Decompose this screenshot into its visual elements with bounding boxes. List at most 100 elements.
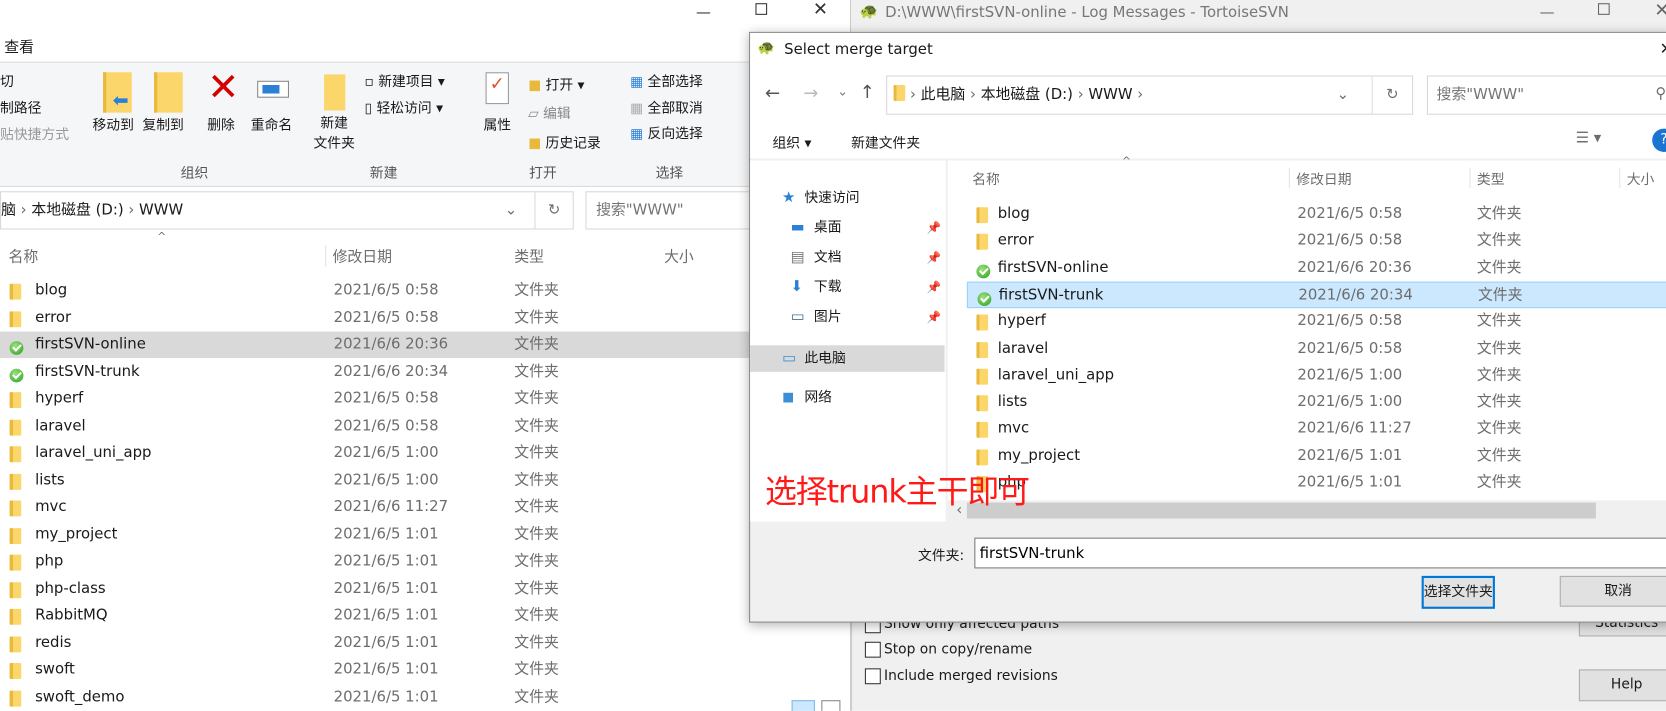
file-row[interactable]: RabbitMQ 2021/6/5 1:01 文件夹 [0, 602, 765, 629]
pin-icon[interactable]: 📌 [927, 244, 942, 271]
chevron-down-icon[interactable]: ⌄ [505, 192, 517, 228]
file-row[interactable]: swoft 2021/6/5 1:01 文件夹 [0, 657, 765, 684]
pin-icon[interactable]: 📌 [927, 304, 942, 331]
file-row[interactable]: laravel_uni_app 2021/6/5 1:00 文件夹 [0, 440, 765, 467]
dialog-file-row[interactable]: lists 2021/6/5 1:00 文件夹 [967, 389, 1666, 416]
dialog-file-row[interactable]: firstSVN-online 2021/6/6 20:36 文件夹 [967, 255, 1666, 282]
rename-button[interactable]: 重命名 [251, 114, 292, 134]
nav-item[interactable]: ▬ 桌面 📌 [750, 215, 944, 242]
dialog-search-input[interactable] [1428, 76, 1641, 112]
dialog-file-row[interactable]: hyperf 2021/6/5 0:58 文件夹 [967, 308, 1666, 335]
file-row[interactable]: mvc 2021/6/6 11:27 文件夹 [0, 494, 765, 521]
dialog-file-row[interactable]: mvc 2021/6/6 11:27 文件夹 [967, 416, 1666, 443]
nav-item[interactable]: ▤ 文档 📌 [750, 244, 944, 271]
scroll-thumb[interactable] [966, 502, 1596, 519]
select-folder-button[interactable]: 选择文件夹 [1421, 575, 1495, 609]
pin-icon[interactable]: 📌 [927, 274, 942, 301]
dialog-column-size[interactable]: 大小 [1619, 167, 1654, 189]
file-row[interactable]: my_project 2021/6/5 1:01 文件夹 [0, 521, 765, 548]
file-row[interactable]: php 2021/6/5 1:01 文件夹 [0, 548, 765, 575]
file-row[interactable]: hyperf 2021/6/5 0:58 文件夹 [0, 386, 765, 413]
paste-shortcut-button[interactable]: 贴快捷方式 [0, 123, 69, 144]
dialog-file-row[interactable]: php 2021/6/5 1:01 文件夹 [967, 470, 1666, 497]
dialog-file-row[interactable]: blog 2021/6/5 0:58 文件夹 [967, 201, 1666, 228]
dialog-file-row[interactable]: my_project 2021/6/5 1:01 文件夹 [967, 443, 1666, 470]
dialog-close-button[interactable]: ✕ [1660, 39, 1666, 58]
new-folder-button[interactable]: 新建文件夹 [313, 114, 354, 154]
back-button[interactable]: ← [765, 83, 780, 104]
up-button[interactable]: ↑ [860, 82, 875, 103]
address-bar[interactable]: 脑 › 本地磁盘 (D:) › WWW ⌄ ↻ [0, 191, 574, 230]
dialog-refresh-button[interactable]: ↻ [1372, 75, 1414, 115]
dialog-file-row[interactable]: firstSVN-trunk 2021/6/6 20:34 文件夹 [966, 281, 1666, 309]
file-row[interactable]: blog 2021/6/5 0:58 文件夹 [0, 277, 765, 304]
dialog-search-box[interactable]: ⚲ [1426, 75, 1666, 115]
column-name[interactable]: 名称 [9, 245, 39, 266]
log-maximize-button[interactable] [1598, 3, 1610, 15]
organize-button[interactable]: 组织 ▾ [772, 132, 811, 152]
dialog-column-type[interactable]: 类型 [1469, 167, 1505, 189]
dialog-file-row[interactable]: laravel 2021/6/5 0:58 文件夹 [967, 335, 1666, 362]
checkbox-stop-copy[interactable] [864, 641, 881, 658]
nav-item[interactable]: ⬇ 下载 📌 [750, 274, 944, 301]
search-input[interactable] [585, 191, 756, 230]
refresh-icon[interactable]: ↻ [534, 192, 572, 229]
cancel-button[interactable]: 取消 [1559, 575, 1666, 607]
new-item-button[interactable]: ▫ 新建项目 ▾ [364, 70, 444, 90]
file-row[interactable]: lists 2021/6/5 1:00 文件夹 [0, 467, 765, 494]
edit-button[interactable]: ▱ 编辑 [528, 102, 571, 122]
dialog-breadcrumb-pc[interactable]: 此电脑 [921, 86, 966, 103]
move-to-button[interactable]: 移动到 [92, 114, 133, 134]
checkbox-include-merged[interactable] [864, 668, 881, 685]
file-row[interactable]: firstSVN-trunk 2021/6/6 20:34 文件夹 [0, 359, 765, 386]
file-row[interactable]: firstSVN-online 2021/6/6 20:36 文件夹 [0, 331, 765, 359]
close-button[interactable]: ✕ [813, 0, 828, 20]
details-view-button[interactable] [791, 700, 815, 711]
dialog-file-row[interactable]: laravel_uni_app 2021/6/5 1:00 文件夹 [967, 362, 1666, 389]
tab-view[interactable]: 查看 [4, 36, 34, 57]
folder-input[interactable] [974, 537, 1666, 569]
properties-button[interactable]: 属性 [483, 114, 511, 134]
pin-icon[interactable]: 📌 [927, 215, 942, 242]
copy-path-button[interactable]: 制路径 [0, 97, 41, 117]
dialog-breadcrumb-www[interactable]: WWW [1088, 86, 1132, 103]
select-all-button[interactable]: ▦ 全部选择 [630, 70, 703, 90]
dialog-column-date[interactable]: 修改日期 [1288, 167, 1352, 189]
dialog-column-name[interactable]: 名称 [972, 168, 1000, 188]
chevron-down-icon[interactable]: ⌄ [1337, 77, 1349, 114]
breadcrumb-www[interactable]: WWW [139, 202, 183, 219]
select-none-button[interactable]: ▦ 全部取消 [630, 97, 703, 117]
history-button[interactable]: ■ 历史记录 [528, 132, 601, 152]
column-date[interactable]: 修改日期 [325, 245, 392, 267]
dialog-breadcrumb-drive[interactable]: 本地磁盘 (D:) [981, 86, 1073, 103]
nav-item[interactable]: ▭ 图片 📌 [750, 304, 944, 331]
nav-item[interactable]: ▭ 此电脑 [750, 345, 945, 372]
column-size[interactable]: 大小 [664, 245, 694, 266]
log-close-button[interactable]: ✕ [1654, 0, 1666, 21]
dialog-file-row[interactable]: error 2021/6/5 0:58 文件夹 [967, 228, 1666, 255]
nav-item[interactable]: ◼ 网络 [750, 385, 944, 412]
forward-button[interactable]: → [803, 83, 818, 104]
copy-to-button[interactable]: 复制到 [142, 114, 183, 134]
file-row[interactable]: redis 2021/6/5 1:01 文件夹 [0, 630, 765, 657]
cut-button[interactable]: 切 [0, 70, 14, 90]
breadcrumb-drive[interactable]: 本地磁盘 (D:) [31, 202, 123, 219]
open-button[interactable]: ■ 打开 ▾ [528, 73, 584, 94]
help-button[interactable]: Help [1578, 669, 1666, 702]
tiles-view-button[interactable] [821, 700, 841, 711]
dialog-address-bar[interactable]: › 此电脑 › 本地磁盘 (D:) › WWW › ⌄ [886, 75, 1373, 115]
horizontal-scrollbar[interactable]: ‹ [947, 500, 1666, 522]
file-row[interactable]: swoft_demo 2021/6/5 1:01 文件夹 [0, 684, 765, 711]
log-minimize-button[interactable]: — [1540, 4, 1555, 21]
recent-dropdown[interactable]: ⌄ [837, 84, 848, 99]
nav-item[interactable]: ★ 快速访问 [750, 185, 944, 212]
maximize-button[interactable] [755, 3, 768, 15]
file-row[interactable]: error 2021/6/5 0:58 文件夹 [0, 304, 765, 331]
file-row[interactable]: laravel 2021/6/5 0:58 文件夹 [0, 413, 765, 440]
minimize-button[interactable]: — [696, 4, 711, 21]
new-folder-button[interactable]: 新建文件夹 [851, 132, 920, 152]
easy-access-button[interactable]: ▯ 轻松访问 ▾ [364, 97, 443, 117]
breadcrumb-pc[interactable]: 脑 [1, 202, 16, 219]
delete-button[interactable]: 删除 [207, 114, 235, 134]
invert-selection-button[interactable]: ▦ 反向选择 [630, 122, 703, 142]
